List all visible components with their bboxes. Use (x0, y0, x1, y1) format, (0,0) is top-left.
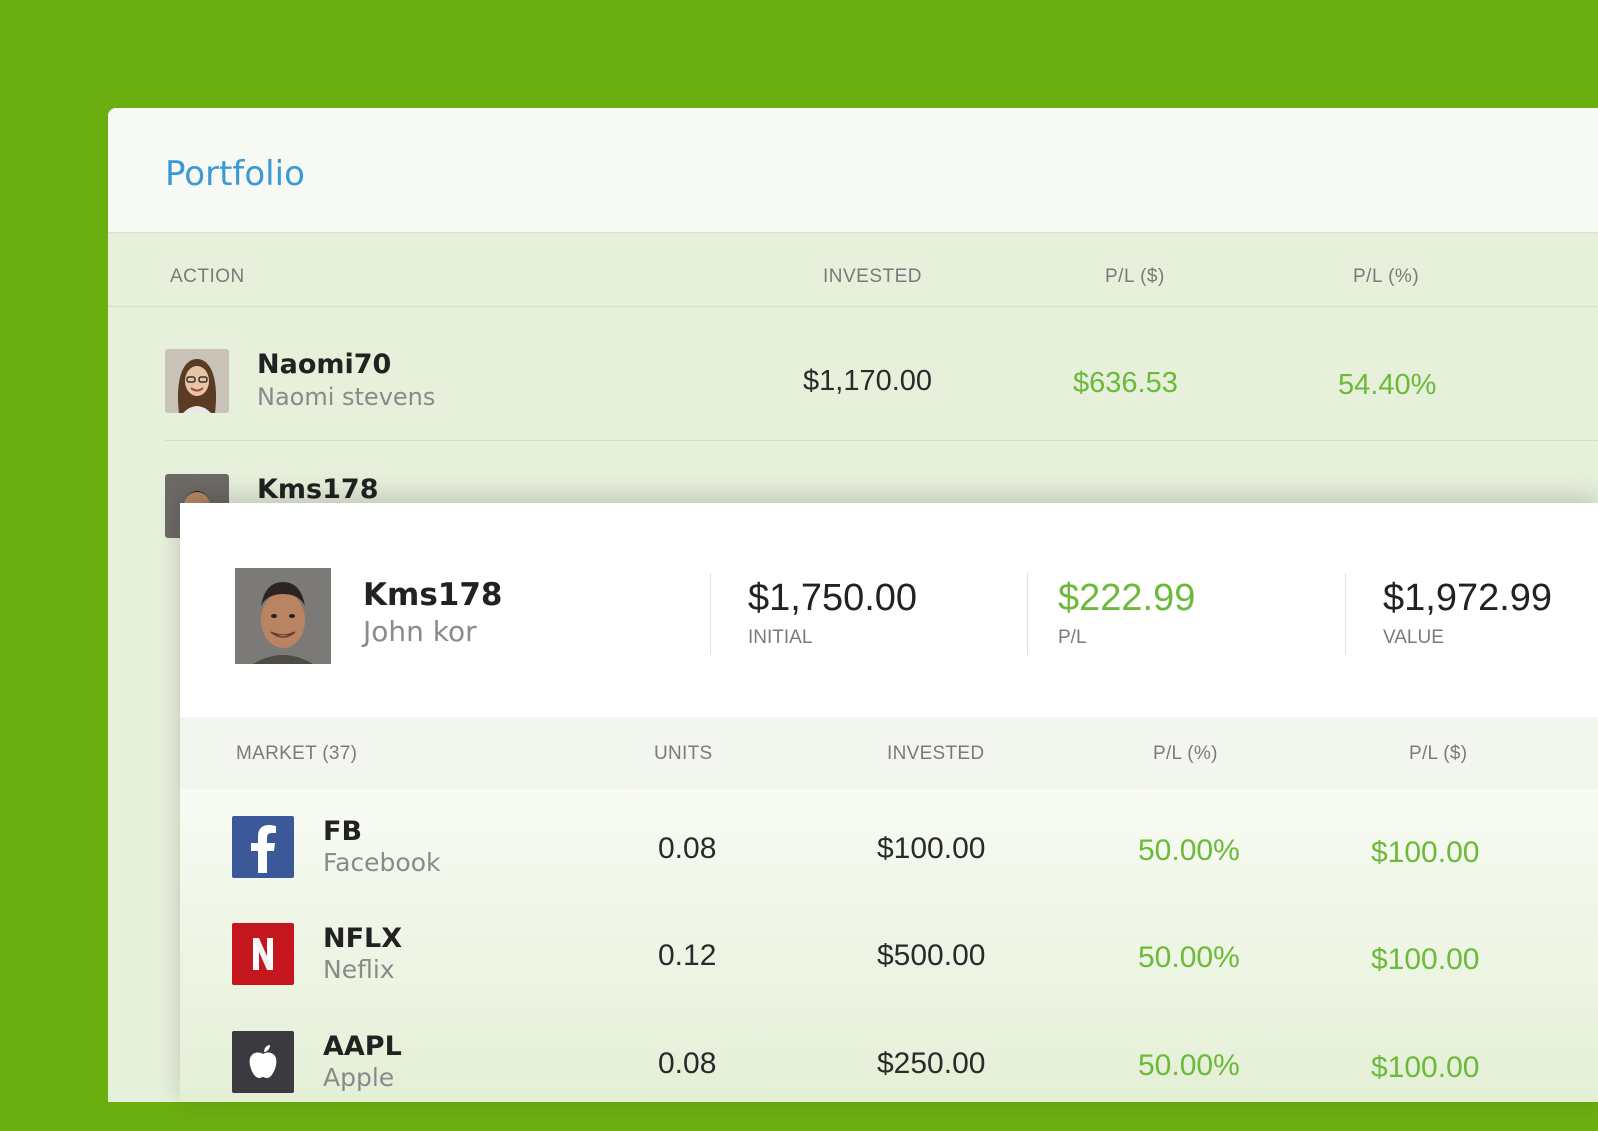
username: Naomi70 (257, 349, 392, 380)
pl-label: P/L (1058, 627, 1087, 648)
total-label: VALUE (1383, 627, 1444, 648)
initial-label: INITIAL (748, 627, 813, 648)
full-name: John kor (363, 615, 477, 648)
trader-summary: Kms178 John kor $1,750.00 INITIAL $222.9… (180, 503, 1598, 717)
username: Kms178 (363, 577, 503, 613)
initial-value: $1,750.00 (748, 577, 918, 619)
divider (108, 306, 1598, 307)
pl-pct-value: 50.00% (1138, 1049, 1240, 1082)
market-row[interactable]: AAPL Apple 0.08 $250.00 50.00% $100.00 (180, 1031, 1598, 1131)
divider (1345, 573, 1346, 655)
column-header-invested[interactable]: INVESTED (887, 743, 984, 765)
full-name: Naomi stevens (257, 383, 436, 411)
pl-pct-value: 50.00% (1138, 834, 1240, 867)
market-name: Neflix (323, 955, 395, 984)
market-ticker: AAPL (323, 1031, 402, 1062)
market-ticker: NFLX (323, 923, 403, 954)
pl-usd-value: $100.00 (1371, 836, 1480, 869)
column-header-units[interactable]: UNITS (654, 743, 713, 765)
avatar (165, 349, 229, 413)
column-header-pl-pct[interactable]: P/L (%) (1353, 266, 1419, 288)
username: Kms178 (257, 474, 379, 505)
total-value: $1,972.99 (1383, 577, 1553, 619)
market-table-header: MARKET (37) UNITS INVESTED P/L (%) P/L (… (180, 717, 1598, 789)
column-header-pl-usd[interactable]: P/L ($) (1409, 743, 1467, 765)
units-value: 0.08 (658, 832, 717, 865)
invested-value: $500.00 (877, 939, 986, 972)
market-name: Facebook (323, 848, 441, 877)
divider (165, 440, 1598, 441)
divider (710, 573, 711, 655)
pl-pct-value: 50.00% (1138, 941, 1240, 974)
pl-pct-value: 54.40% (1338, 369, 1437, 401)
pl-usd-value: $100.00 (1371, 943, 1480, 976)
column-header-pl-pct[interactable]: P/L (%) (1153, 743, 1218, 765)
market-row[interactable]: NFLX Neflix 0.12 $500.00 50.00% $100.00 (180, 923, 1598, 1023)
column-header-pl-usd[interactable]: P/L ($) (1105, 266, 1165, 288)
market-name: Apple (323, 1063, 395, 1092)
portfolio-row[interactable]: Naomi70 Naomi stevens $1,170.00 $636.53 … (165, 349, 1598, 475)
invested-value: $250.00 (877, 1047, 986, 1080)
market-row[interactable]: FB Facebook 0.08 $100.00 50.00% $100.00 (180, 816, 1598, 916)
market-table-body: FB Facebook 0.08 $100.00 50.00% $100.00 … (180, 789, 1598, 1102)
pl-usd-value: $636.53 (1073, 367, 1178, 399)
column-header-market[interactable]: MARKET (37) (236, 743, 357, 765)
netflix-icon (232, 923, 294, 985)
column-header-invested[interactable]: INVESTED (823, 266, 922, 288)
avatar[interactable] (235, 568, 331, 664)
portfolio-header: Portfolio (108, 108, 1598, 233)
units-value: 0.08 (658, 1047, 717, 1080)
invested-value: $1,170.00 (803, 365, 933, 397)
apple-icon (232, 1031, 294, 1093)
units-value: 0.12 (658, 939, 717, 972)
pl-usd-value: $100.00 (1371, 1051, 1480, 1084)
divider (1027, 573, 1028, 655)
column-header-action[interactable]: ACTION (170, 266, 245, 288)
market-ticker: FB (323, 816, 363, 847)
invested-value: $100.00 (877, 832, 986, 865)
trader-detail-panel: Kms178 John kor $1,750.00 INITIAL $222.9… (180, 503, 1598, 1102)
facebook-icon (232, 816, 294, 878)
pl-value: $222.99 (1058, 577, 1196, 619)
page-title: Portfolio (165, 154, 305, 194)
